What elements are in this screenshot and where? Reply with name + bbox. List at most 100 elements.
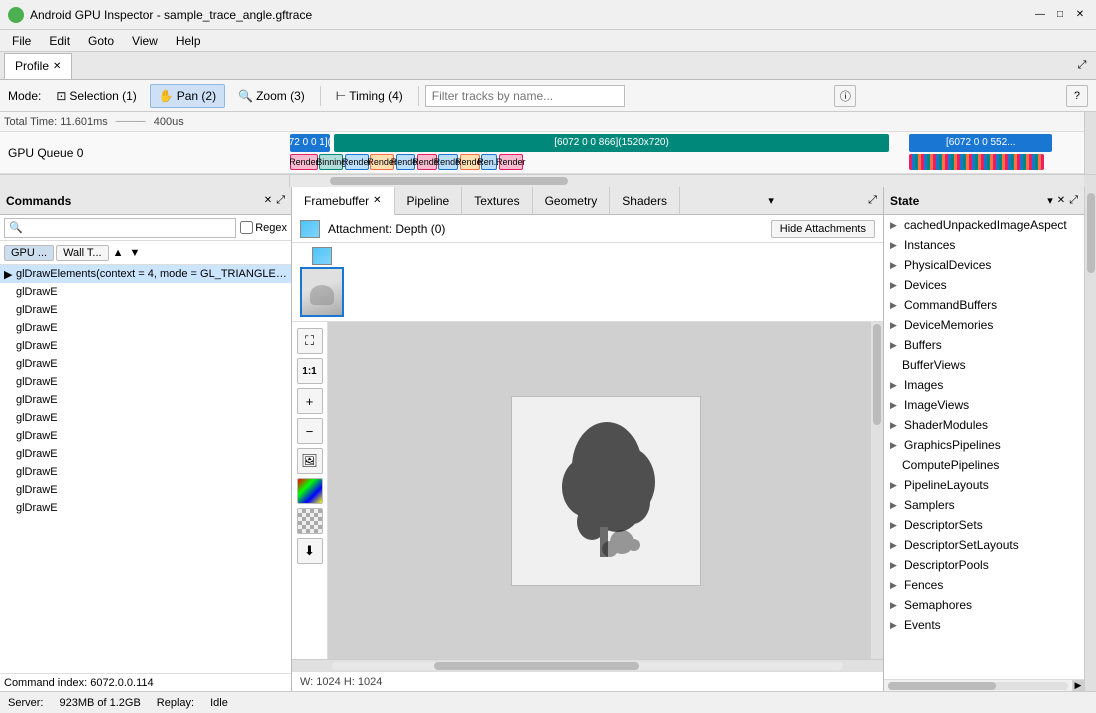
command-row-2[interactable]: glDrawE <box>0 301 291 319</box>
sort-up-button[interactable]: ▲ <box>111 247 126 259</box>
state-item-0[interactable]: ▶ cachedUnpackedImageAspect <box>884 215 1084 235</box>
state-item-16[interactable]: ▶ DescriptorSetLayouts <box>884 535 1084 555</box>
command-row-3[interactable]: glDrawE <box>0 319 291 337</box>
pan-button[interactable]: ✋ Pan (2) <box>150 84 225 108</box>
command-row-8[interactable]: glDrawE <box>0 409 291 427</box>
command-row-5[interactable]: glDrawE <box>0 355 291 373</box>
command-row-6[interactable]: glDrawE <box>0 373 291 391</box>
actual-size-button[interactable]: 1:1 <box>297 358 323 384</box>
selection-button[interactable]: ⊡ Selection (1) <box>47 84 145 108</box>
menu-goto[interactable]: Goto <box>80 32 122 50</box>
gpu-mode-button[interactable]: GPU ... <box>4 245 54 261</box>
commands-search-input[interactable] <box>4 218 236 238</box>
command-row-0[interactable]: ▶ glDrawElements(context = 4, mode = GL_… <box>0 265 291 283</box>
image-button[interactable]: 🖼 <box>297 448 323 474</box>
render-bar-1[interactable]: Binning <box>319 154 343 170</box>
state-close[interactable]: ✕ <box>1057 195 1065 206</box>
state-expand[interactable]: ⤢ <box>1069 194 1078 207</box>
dense-render-bars[interactable] <box>909 154 1044 170</box>
tab-framebuffer[interactable]: Framebuffer ✕ <box>292 187 395 215</box>
regex-checkbox[interactable] <box>240 221 253 234</box>
gpu-block-1[interactable]: [6072 0 0 866](1520x720) <box>334 134 890 152</box>
horizontal-scrollbar[interactable] <box>0 174 1096 186</box>
window-expand-button[interactable]: ⤢ <box>1072 56 1092 76</box>
state-hscroll[interactable]: ▶ <box>884 679 1084 691</box>
state-item-10[interactable]: ▶ ShaderModules <box>884 415 1084 435</box>
info-button[interactable]: ⓘ <box>834 85 856 107</box>
command-row-11[interactable]: glDrawE <box>0 463 291 481</box>
commands-close[interactable]: ✕ <box>264 195 272 206</box>
regex-toggle[interactable]: Regex <box>240 221 287 234</box>
render-bar-8[interactable]: Ren... <box>481 154 497 170</box>
preview-vscroll[interactable] <box>871 322 883 659</box>
download-button[interactable]: ⬇ <box>297 538 323 564</box>
state-item-17[interactable]: ▶ DescriptorPools <box>884 555 1084 575</box>
help-button[interactable]: ? <box>1066 85 1088 107</box>
command-row-4[interactable]: glDrawE <box>0 337 291 355</box>
zoom-button[interactable]: 🔍 Zoom (3) <box>229 84 314 108</box>
sort-down-button[interactable]: ▼ <box>127 247 142 259</box>
state-item-19[interactable]: ▶ Semaphores <box>884 595 1084 615</box>
menu-view[interactable]: View <box>124 32 166 50</box>
state-item-1[interactable]: ▶ Instances <box>884 235 1084 255</box>
preview-hscroll[interactable] <box>292 659 883 671</box>
state-item-12[interactable]: ComputePipelines <box>884 455 1084 475</box>
state-item-14[interactable]: ▶ Samplers <box>884 495 1084 515</box>
profile-tab[interactable]: Profile ✕ <box>4 53 72 79</box>
gpu-track[interactable]: [6072 0 0 1](1... [6072 0 0 866](1520x72… <box>290 132 1084 174</box>
hide-attachments-button[interactable]: Hide Attachments <box>771 220 875 238</box>
tab-shaders[interactable]: Shaders <box>610 187 680 215</box>
close-button[interactable]: ✕ <box>1072 7 1088 23</box>
minimize-button[interactable]: — <box>1032 7 1048 23</box>
gpu-block-0[interactable]: [6072 0 0 1](1... <box>290 134 330 152</box>
render-bar-9[interactable]: Render <box>499 154 523 170</box>
tab-textures[interactable]: Textures <box>462 187 532 215</box>
command-row-9[interactable]: glDrawE <box>0 427 291 445</box>
profile-tab-close[interactable]: ✕ <box>53 61 61 72</box>
command-row-12[interactable]: glDrawE <box>0 481 291 499</box>
palette-button[interactable]: 🎨 <box>297 478 323 504</box>
state-item-7[interactable]: BufferViews <box>884 355 1084 375</box>
gpu-block-2[interactable]: [6072 0 0 552... <box>909 134 1052 152</box>
tab-pipeline[interactable]: Pipeline <box>395 187 463 215</box>
state-item-5[interactable]: ▶ DeviceMemories <box>884 315 1084 335</box>
command-row-10[interactable]: glDrawE <box>0 445 291 463</box>
commands-expand[interactable]: ⤢ <box>276 194 285 207</box>
center-panel-chevron[interactable]: ▾ <box>762 194 780 207</box>
render-bar-2[interactable]: Render <box>345 154 369 170</box>
depth-thumbnail-container[interactable] <box>300 247 344 317</box>
render-bar-0[interactable]: Render <box>290 154 318 170</box>
menu-edit[interactable]: Edit <box>41 32 78 50</box>
depth-thumbnail[interactable] <box>300 267 344 317</box>
zoom-out-button[interactable]: − <box>297 418 323 444</box>
filter-input[interactable] <box>425 85 625 107</box>
menu-help[interactable]: Help <box>168 32 209 50</box>
state-item-3[interactable]: ▶ Devices <box>884 275 1084 295</box>
state-item-18[interactable]: ▶ Fences <box>884 575 1084 595</box>
restore-button[interactable]: □ <box>1052 7 1068 23</box>
tab-geometry[interactable]: Geometry <box>533 187 611 215</box>
command-row-13[interactable]: glDrawE <box>0 499 291 517</box>
zoom-in-button[interactable]: + <box>297 388 323 414</box>
state-item-20[interactable]: ▶ Events <box>884 615 1084 635</box>
state-item-15[interactable]: ▶ DescriptorSets <box>884 515 1084 535</box>
state-item-9[interactable]: ▶ ImageViews <box>884 395 1084 415</box>
state-chevron[interactable]: ▾ <box>1047 194 1053 207</box>
fit-screen-button[interactable]: ⛶ <box>297 328 323 354</box>
state-item-4[interactable]: ▶ CommandBuffers <box>884 295 1084 315</box>
checkerboard-button[interactable] <box>297 508 323 534</box>
tab-framebuffer-close[interactable]: ✕ <box>373 195 381 206</box>
state-item-6[interactable]: ▶ Buffers <box>884 335 1084 355</box>
menu-file[interactable]: File <box>4 32 39 50</box>
state-scroll-right[interactable]: ▶ <box>1072 680 1084 692</box>
state-item-8[interactable]: ▶ Images <box>884 375 1084 395</box>
state-outer-vscroll[interactable] <box>1084 187 1096 691</box>
framebuffer-preview[interactable] <box>328 322 883 659</box>
command-row-1[interactable]: glDrawE <box>0 283 291 301</box>
command-row-7[interactable]: glDrawE <box>0 391 291 409</box>
state-item-13[interactable]: ▶ PipelineLayouts <box>884 475 1084 495</box>
center-panel-expand[interactable]: ⤢ <box>862 194 883 207</box>
state-item-11[interactable]: ▶ GraphicsPipelines <box>884 435 1084 455</box>
timing-button[interactable]: ⊢ Timing (4) <box>327 84 412 108</box>
state-item-2[interactable]: ▶ PhysicalDevices <box>884 255 1084 275</box>
